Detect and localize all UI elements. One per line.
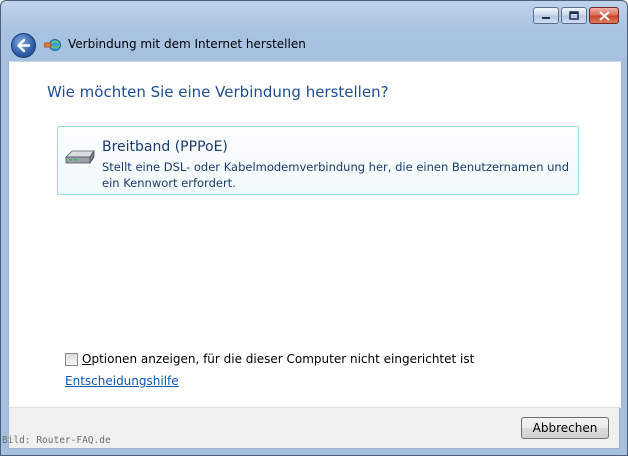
- show-options-checkbox[interactable]: [65, 352, 78, 366]
- option-title: Breitband (PPPoE): [102, 139, 228, 155]
- maximize-button[interactable]: [561, 7, 587, 24]
- page-heading: Wie möchten Sie eine Verbindung herstell…: [47, 83, 389, 101]
- network-connection-icon: [43, 37, 62, 57]
- option-description: Stellt eine DSL- oder Kabelmodemverbindu…: [102, 160, 570, 190]
- close-icon: [590, 8, 618, 23]
- window-title: Verbindung mit dem Internet herstellen: [68, 37, 306, 51]
- show-options-label[interactable]: Optionen anzeigen, für die dieser Comput…: [82, 352, 474, 366]
- decision-help-link[interactable]: Entscheidungshilfe: [65, 374, 179, 388]
- option-broadband-pppoe[interactable]: Breitband (PPPoE) Stellt eine DSL- oder …: [57, 126, 579, 195]
- image-credit-watermark: Bild: Router-FAQ.de: [2, 435, 111, 446]
- wizard-window: Verbindung mit dem Internet herstellen W…: [0, 0, 628, 456]
- wizard-content: Wie möchten Sie eine Verbindung herstell…: [8, 61, 622, 408]
- minimize-button[interactable]: [533, 7, 559, 24]
- caption-buttons: [533, 7, 619, 24]
- cancel-button[interactable]: Abbrechen: [521, 417, 609, 439]
- close-button[interactable]: [589, 7, 619, 24]
- show-unconfigured-options[interactable]: Optionen anzeigen, für die dieser Comput…: [65, 352, 474, 366]
- minimize-icon: [534, 8, 558, 23]
- broadband-modem-icon: [64, 147, 96, 171]
- back-button[interactable]: [11, 33, 36, 58]
- maximize-icon: [562, 8, 586, 23]
- title-bar: [1, 1, 627, 29]
- back-arrow-icon: [17, 38, 31, 53]
- show-options-label-text: ptionen anzeigen, für die dieser Compute…: [91, 352, 475, 366]
